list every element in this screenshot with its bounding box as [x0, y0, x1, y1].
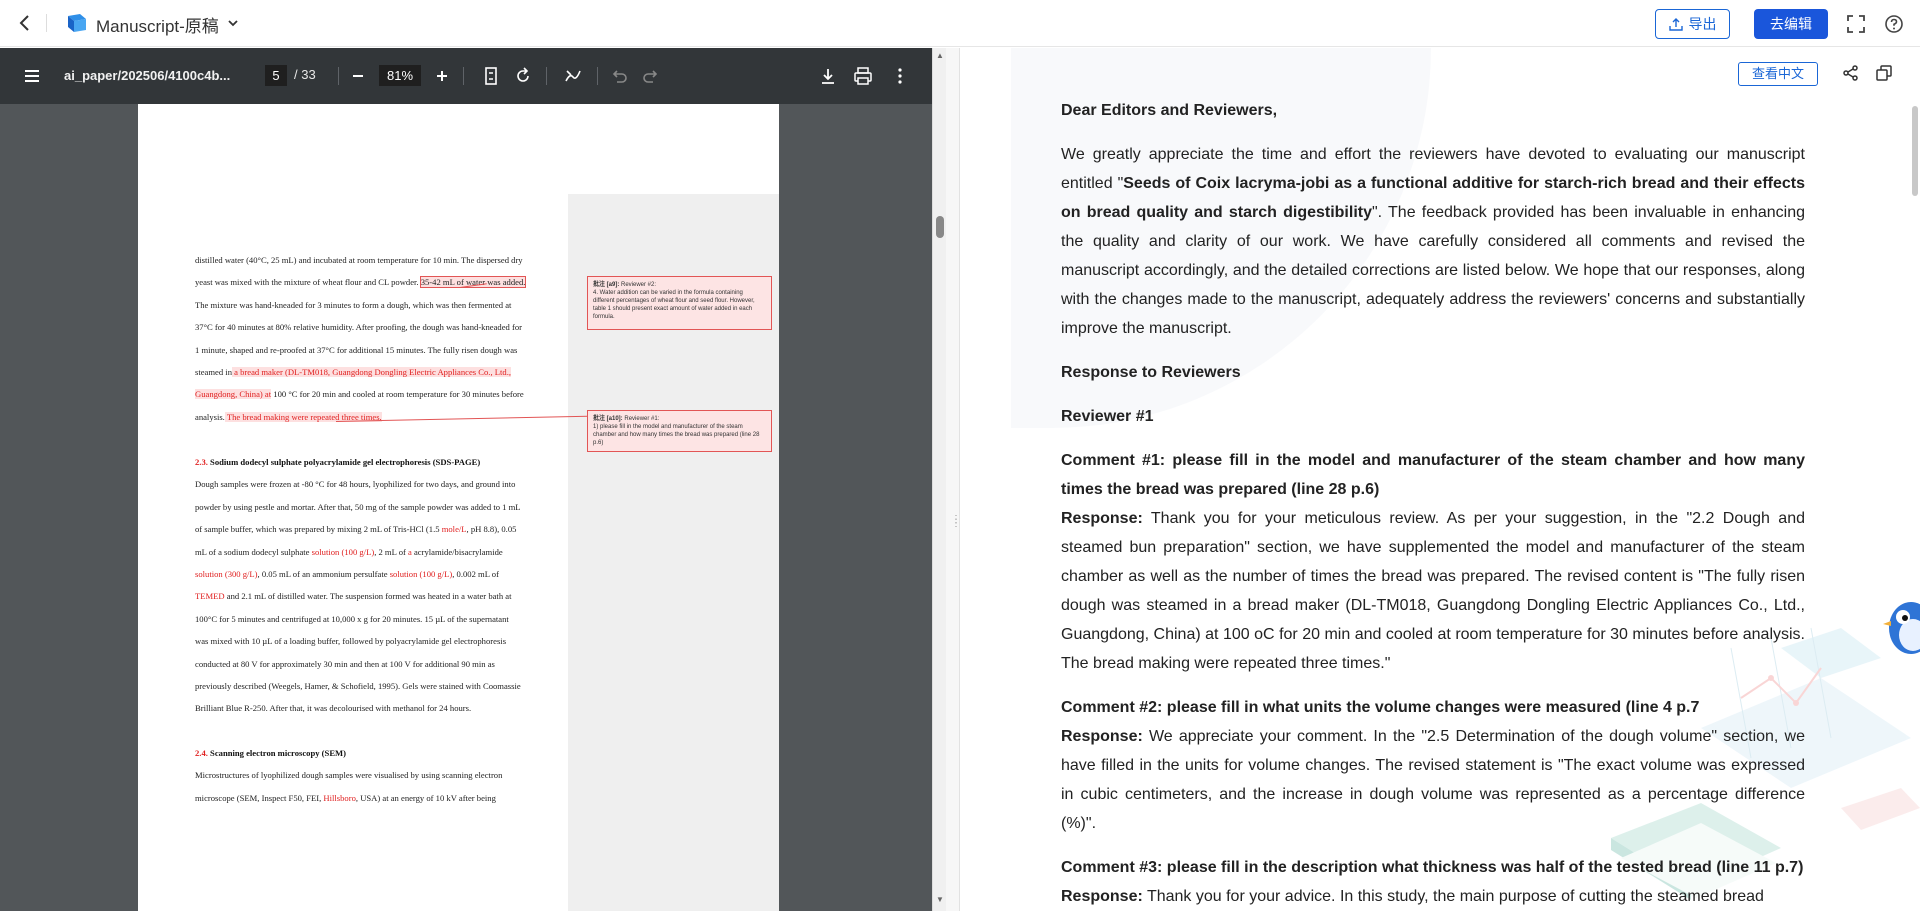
pdf-line: 1 minute, shaped and re-proofed at 37°C …	[195, 344, 518, 355]
back-arrow-icon[interactable]	[14, 12, 36, 34]
menu-icon[interactable]	[22, 66, 42, 86]
response-letter: Dear Editors and Reviewers, We greatly a…	[1061, 96, 1805, 911]
edit-button[interactable]: 去编辑	[1754, 9, 1828, 39]
pdf-line: microscope (SEM, Inspect F50, FEI, Hills…	[195, 792, 496, 803]
pdf-line: powder by using pestle and mortar. After…	[195, 501, 521, 512]
help-icon[interactable]	[1884, 14, 1904, 34]
grip-icon: ⋮ ⋮	[951, 514, 961, 529]
pdf-toolbar: ai_paper/202506/4100c4b... 5 / 33 81%	[0, 48, 932, 104]
rotate-icon[interactable]	[512, 65, 534, 87]
share-icon[interactable]	[1842, 64, 1860, 82]
annotation-pen-icon[interactable]	[562, 65, 584, 87]
response-letter-panel: 查看中文 Dear Editors and Reviewers, We grea…	[961, 48, 1920, 911]
comment-box-a9[interactable]: 批注 [a9]: Reviewer #2: 4. Water addition …	[587, 276, 772, 330]
pdf-line: previously described (Weegels, Hamer, & …	[195, 681, 521, 692]
pdf-line: yeast was mixed with the mixture of whea…	[195, 276, 527, 289]
export-label: 导出	[1688, 16, 1717, 32]
section-heading: 2.3. Sodium dodecyl sulphate polyacrylam…	[195, 457, 481, 467]
copy-icon[interactable]	[1875, 64, 1893, 82]
pdf-line: The mixture was hand-kneaded for 3 minut…	[195, 299, 512, 310]
toolbar-divider	[338, 67, 339, 85]
panel-resize-handle[interactable]: ⋮ ⋮	[946, 48, 961, 911]
pdf-section-2-4: 2.4. Scanning electron microscopy (SEM) …	[195, 742, 561, 809]
pdf-line: of sample buffer, which was prepared by …	[195, 524, 517, 535]
toolbar-divider	[463, 67, 464, 85]
pdf-viewport[interactable]: distilled water (40°C, 25 mL) and incuba…	[0, 104, 932, 911]
reviewer-heading: Reviewer #1	[1061, 408, 1154, 425]
zoom-out-icon[interactable]	[347, 65, 369, 87]
more-options-icon[interactable]	[889, 65, 911, 87]
comment-box-a10[interactable]: 批注 [a10]: Reviewer #1: 1) please fill in…	[587, 410, 772, 452]
zoom-input[interactable]: 81%	[379, 65, 421, 86]
pdf-line: Dough samples were frozen at -80 °C for …	[195, 479, 516, 490]
pdf-line: Brilliant Blue R-250. After that, it was…	[195, 703, 472, 714]
scrollbar-thumb[interactable]	[1912, 106, 1918, 196]
comment-1: Comment #1: please fill in the model and…	[1061, 452, 1805, 672]
section-heading: Response to Reviewers	[1061, 364, 1241, 381]
undo-icon[interactable]	[608, 65, 630, 87]
fit-page-icon[interactable]	[480, 65, 502, 87]
chevron-down-icon[interactable]	[226, 14, 240, 32]
redo-icon[interactable]	[640, 65, 662, 87]
comment-2: Comment #2: please fill in what units th…	[1061, 699, 1805, 832]
view-chinese-button[interactable]: 查看中文	[1738, 62, 1818, 86]
scroll-up-icon[interactable]: ▲	[936, 52, 944, 60]
pdf-line: 37°C for 40 minutes at 80% relative humi…	[195, 322, 522, 333]
document-title[interactable]: Manuscript-原稿	[96, 12, 219, 37]
fullscreen-icon[interactable]	[1846, 14, 1866, 34]
pdf-line: solution (300 g/L), 0.05 mL of an ammoni…	[195, 569, 499, 580]
pdf-filename: ai_paper/202506/4100c4b...	[64, 68, 231, 83]
toolbar-divider	[597, 67, 598, 85]
pdf-line: mL of a sodium dodecyl sulphate solution…	[195, 546, 503, 557]
document-logo-icon	[68, 14, 86, 32]
inserted-text[interactable]: a bread maker (DL-TM018, Guangdong Dongl…	[232, 367, 511, 378]
response-scrollbar[interactable]	[1908, 48, 1920, 911]
pdf-line: conducted at 80 V for approximately 30 m…	[195, 658, 495, 669]
scrollbar-thumb[interactable]	[936, 216, 944, 238]
divider	[46, 14, 47, 32]
pdf-section-2-3: 2.3. Sodium dodecyl sulphate polyacrylam…	[195, 451, 561, 720]
pdf-line: was mixed with 10 µL of a loading buffer…	[195, 636, 507, 647]
page-total: / 33	[294, 67, 316, 82]
pdf-line: Guangdong, China) at 100 °C for 20 min a…	[195, 389, 524, 400]
pdf-page: distilled water (40°C, 25 mL) and incuba…	[138, 104, 779, 911]
intro-paragraph: We greatly appreciate the time and effor…	[1061, 146, 1805, 337]
comment-3: Comment #3: please fill in the descripti…	[1061, 859, 1804, 905]
top-bar: Manuscript-原稿 导出 去编辑	[0, 0, 1920, 47]
upload-icon	[1668, 18, 1683, 31]
inserted-text[interactable]: Guangdong, China) at	[195, 389, 272, 400]
pdf-line: distilled water (40°C, 25 mL) and incuba…	[195, 255, 523, 265]
scroll-down-icon[interactable]: ▼	[936, 896, 944, 904]
export-button[interactable]: 导出	[1655, 9, 1730, 39]
pdf-paragraph-dough-prep: distilled water (40°C, 25 mL) and incuba…	[195, 249, 561, 428]
page-number-input[interactable]: 5	[265, 65, 287, 86]
download-icon[interactable]	[817, 65, 839, 87]
pdf-line: steamed in a bread maker (DL-TM018, Guan…	[195, 367, 511, 378]
zoom-in-icon[interactable]	[431, 65, 453, 87]
section-heading: 2.4. Scanning electron microscopy (SEM)	[195, 748, 347, 758]
greeting: Dear Editors and Reviewers,	[1061, 102, 1278, 119]
pdf-line: Microstructures of lyophilized dough sam…	[195, 770, 503, 781]
pdf-line: 100°C for 5 minutes and centrifuged at 1…	[195, 613, 509, 624]
print-icon[interactable]	[852, 65, 874, 87]
toolbar-divider	[546, 67, 547, 85]
pdf-scrollbar[interactable]: ▲ ▼	[932, 48, 946, 911]
pdf-line: TEMED and 2.1 mL of distilled water. The…	[195, 591, 512, 602]
